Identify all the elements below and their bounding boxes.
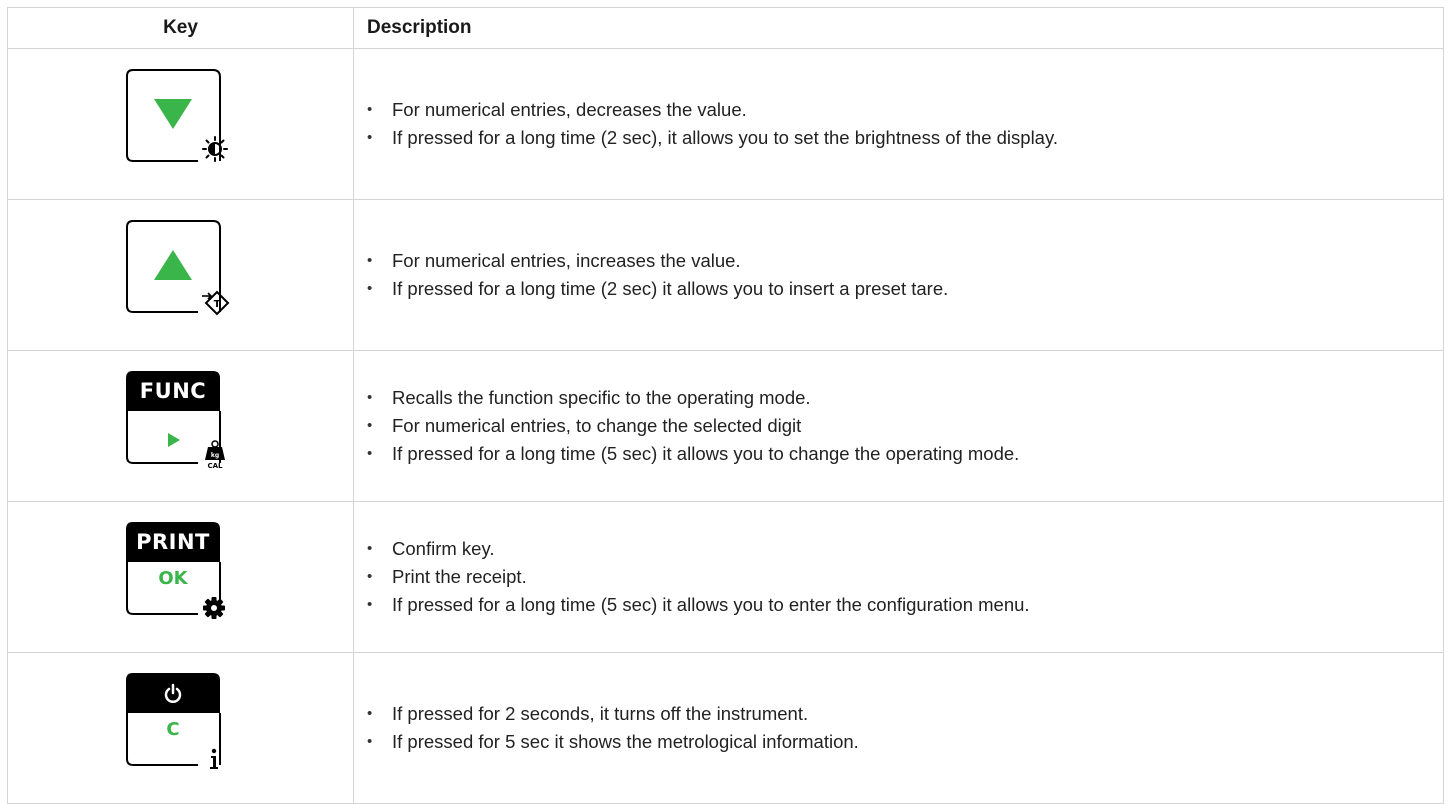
description-line: Print the receipt. [367,563,1443,591]
description-line: If pressed for 2 seconds, it turns off t… [367,700,1443,728]
kg-cal-weight-icon: kg CAL [205,440,225,470]
description-line: If pressed for a long time (2 sec) it al… [367,275,1443,303]
description-line: For numerical entries, decreases the val… [367,96,1443,124]
down-arrow-key [126,69,228,162]
table-header-row: Key Description [7,7,1444,49]
description-cell: Confirm key. Print the receipt. If press… [353,501,1444,653]
header-description: Description [353,7,1444,49]
up-triangle-icon [154,250,192,280]
up-arrow-key: T [126,220,230,316]
print-label: PRINT [136,530,210,554]
info-icon [210,748,218,769]
description-line: If pressed for a long time (5 sec) it al… [367,440,1443,468]
key-cell: kg CAL FUNC [7,350,354,502]
key-cell: T [7,199,354,351]
brightness-icon [202,136,228,162]
description-line: For numerical entries, to change the sel… [367,412,1443,440]
func-label: FUNC [139,379,207,403]
table-row: PRINT OK Confirm key. Print the receipt.… [7,501,1444,653]
key-description-table: Key Description • For numerical entries,… [7,7,1444,804]
ok-label: OK [158,568,188,589]
key-cell: PRINT OK [7,501,354,653]
description-cell: For numerical entries, increases the val… [353,199,1444,351]
svg-text:kg: kg [211,452,219,459]
key-cell: C [7,652,354,804]
down-triangle-icon [154,99,192,129]
description-line: For numerical entries, increases the val… [367,247,1443,275]
description-cell: If pressed for 2 seconds, it turns off t… [353,652,1444,804]
c-label: C [166,719,180,740]
table-row: kg CAL FUNC Recalls the function specifi… [7,350,1444,502]
header-key: Key [7,7,354,49]
preset-tare-icon: T [202,290,230,316]
description-line: Recalls the function specific to the ope… [367,384,1443,412]
svg-text:T: T [214,299,221,310]
right-triangle-icon [168,433,180,447]
description-line: Confirm key. [367,535,1443,563]
power-key: C [126,673,221,769]
description-line: If pressed for a long time (5 sec) it al… [367,591,1443,619]
description-line: If pressed for 5 sec it shows the metrol… [367,728,1443,756]
description-cell: For numerical entries, decreases the val… [353,48,1444,200]
table-row: C If pressed for 2 seconds, it turns off… [7,652,1444,804]
description-line: If pressed for a long time (2 sec), it a… [367,124,1443,152]
gear-icon [203,597,225,619]
key-cell [7,48,354,200]
table-row: T For numerical entries, increases the v… [7,199,1444,351]
print-key: PRINT OK [126,522,225,619]
table-row: For numerical entries, decreases the val… [7,48,1444,200]
func-key: kg CAL FUNC [126,371,225,470]
svg-text:CAL: CAL [207,462,223,470]
description-cell: Recalls the function specific to the ope… [353,350,1444,502]
